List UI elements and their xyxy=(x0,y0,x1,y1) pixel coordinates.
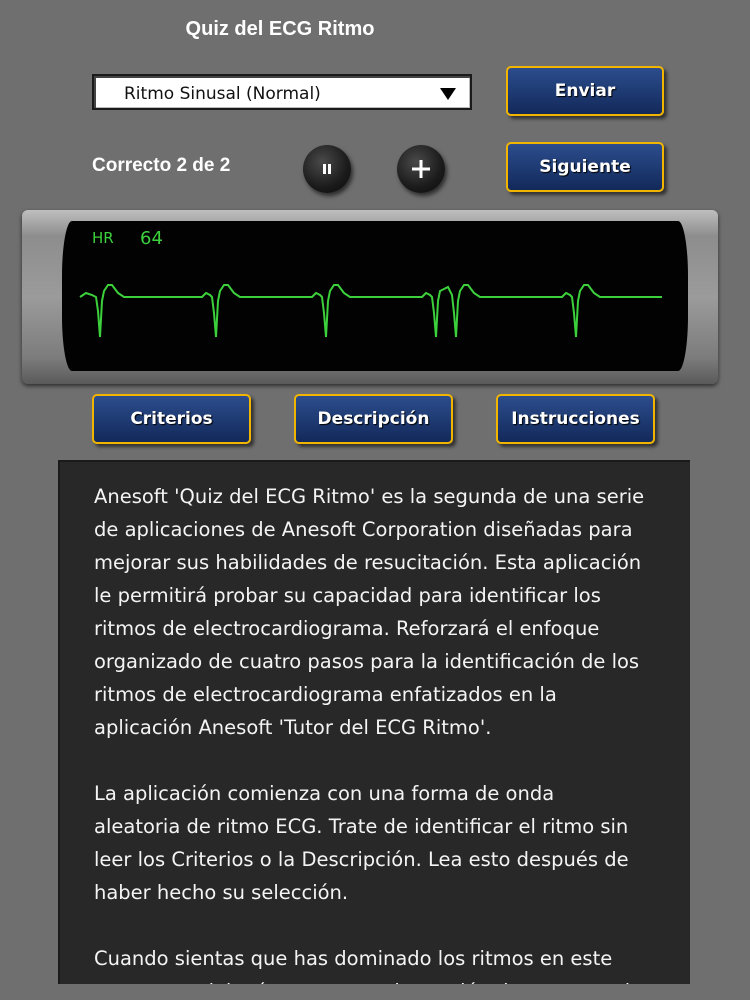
next-button[interactable]: Siguiente xyxy=(506,142,664,192)
description-panel[interactable]: Anesoft 'Quiz del ECG Ritmo' es la segun… xyxy=(58,460,690,984)
ecg-waveform-line xyxy=(79,284,662,338)
description-paragraph: La aplicación comienza con una forma de … xyxy=(94,782,629,904)
ecg-monitor-screen: HR 64 xyxy=(62,221,688,371)
plus-icon xyxy=(412,160,430,178)
pause-button[interactable] xyxy=(303,145,351,193)
submit-button[interactable]: Enviar xyxy=(506,66,664,116)
instructions-button[interactable]: Instrucciones xyxy=(496,394,655,444)
rhythm-select-value: Ritmo Sinusal (Normal) xyxy=(124,84,321,104)
description-button[interactable]: Descripción xyxy=(294,394,453,444)
pause-icon xyxy=(323,164,331,174)
criteria-button[interactable]: Criterios xyxy=(92,394,251,444)
dropdown-arrow-icon xyxy=(440,88,456,100)
app-screen: Quiz del ECG Ritmo Ritmo Sinusal (Normal… xyxy=(0,0,750,1000)
add-button[interactable] xyxy=(397,145,445,193)
app-title: Quiz del ECG Ritmo xyxy=(185,18,375,40)
description-text: Anesoft 'Quiz del ECG Ritmo' es la segun… xyxy=(94,480,674,984)
description-paragraph: Cuando sientas que has dominado los ritm… xyxy=(94,947,652,984)
bottom-strip xyxy=(0,984,750,1000)
description-paragraph: Anesoft 'Quiz del ECG Ritmo' es la segun… xyxy=(94,485,645,739)
ecg-trace xyxy=(79,284,662,338)
rhythm-select[interactable]: Ritmo Sinusal (Normal) xyxy=(92,74,472,110)
score-text: Correcto 2 de 2 xyxy=(92,155,231,176)
